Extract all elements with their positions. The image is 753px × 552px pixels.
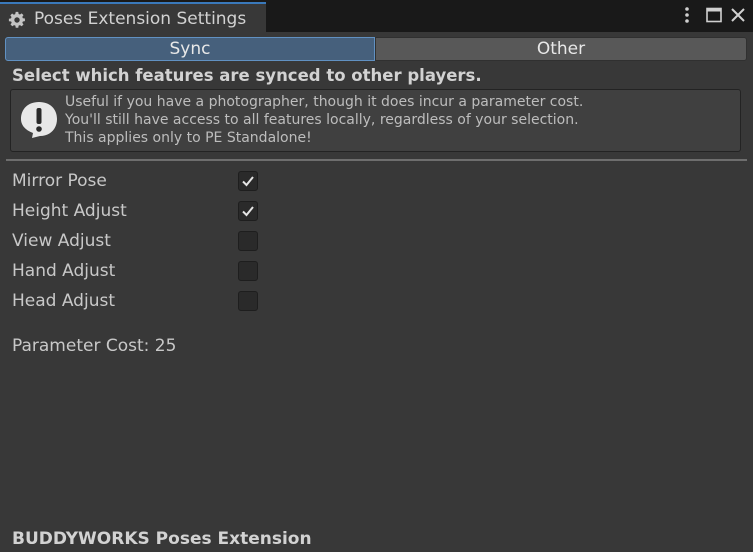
sync-heading: Select which features are synced to othe… [12, 66, 482, 85]
section-divider [6, 159, 747, 161]
checkbox-height-adjust[interactable] [238, 201, 258, 221]
checkbox-hand-adjust[interactable] [238, 261, 258, 281]
checkmark-icon [242, 176, 254, 187]
footer-label: BUDDYWORKS Poses Extension [12, 529, 312, 549]
checkmark-icon [242, 206, 254, 217]
feature-label-view-adjust: View Adjust [12, 231, 111, 251]
feature-label-height-adjust: Height Adjust [12, 201, 127, 221]
help-line: This applies only to PE Standalone! [65, 130, 312, 146]
maximize-icon[interactable] [705, 6, 723, 24]
tab-sync[interactable]: Sync [5, 37, 375, 61]
feature-label-hand-adjust: Hand Adjust [12, 261, 116, 281]
close-icon[interactable] [729, 6, 747, 24]
help-box: Useful if you have a photographer, thoug… [10, 89, 741, 152]
warning-icon [21, 102, 57, 138]
checkbox-mirror-pose[interactable] [238, 171, 258, 191]
kebab-menu-icon[interactable] [678, 6, 696, 24]
gear-icon [8, 11, 25, 28]
parameter-cost: Parameter Cost: 25 [12, 336, 177, 356]
window-tab[interactable]: Poses Extension Settings [0, 2, 266, 32]
window-title: Poses Extension Settings [34, 9, 247, 29]
checkbox-head-adjust[interactable] [238, 291, 258, 311]
feature-label-head-adjust: Head Adjust [12, 291, 115, 311]
help-line: Useful if you have a photographer, thoug… [65, 94, 584, 110]
help-line: You'll still have access to all features… [65, 112, 579, 128]
tab-other[interactable]: Other [375, 37, 747, 61]
checkbox-view-adjust[interactable] [238, 231, 258, 251]
window-titlebar: Poses Extension Settings [0, 0, 753, 32]
feature-label-mirror-pose: Mirror Pose [12, 171, 107, 191]
section-toolbar: Sync Other [5, 37, 747, 61]
